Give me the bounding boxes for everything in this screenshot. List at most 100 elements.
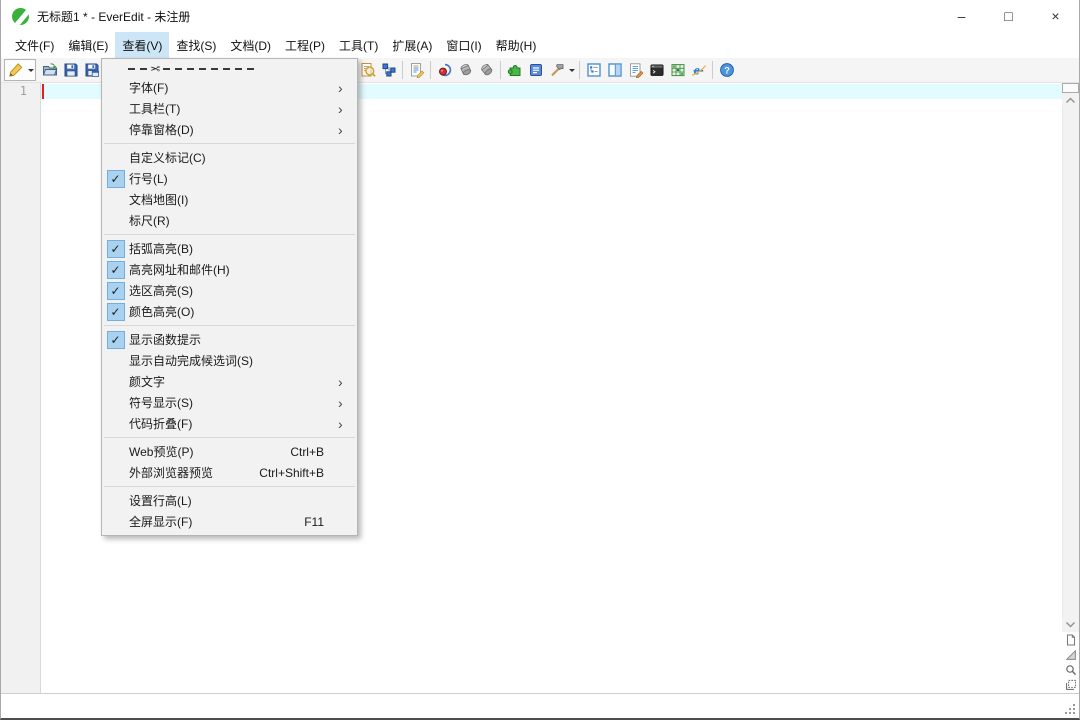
- editor-corner-buttons: [1062, 632, 1079, 693]
- submenu-arrow-icon: ›: [338, 416, 357, 432]
- check-column: [102, 98, 129, 119]
- menubar-item-0[interactable]: 文件(F): [8, 32, 61, 58]
- mini-triangle-icon: [1065, 649, 1077, 661]
- menu-item-3[interactable]: 停靠窗格(D)›: [102, 119, 357, 140]
- menu-item-16[interactable]: 显示自动完成候选词(S): [102, 350, 357, 371]
- menu-tearoff-handle[interactable]: ✂: [102, 61, 357, 77]
- menu-item-1[interactable]: 字体(F)›: [102, 77, 357, 98]
- menu-item-7[interactable]: 文档地图(I): [102, 189, 357, 210]
- tools-button[interactable]: [546, 60, 567, 81]
- menu-item-2[interactable]: 工具栏(T)›: [102, 98, 357, 119]
- menu-item-label: 设置行高(L): [129, 492, 338, 509]
- minimize-button[interactable]: –: [938, 0, 985, 32]
- snippet-edit-button[interactable]: [625, 60, 646, 81]
- save-button[interactable]: [60, 60, 81, 81]
- menu-item-24[interactable]: 设置行高(L): [102, 490, 357, 511]
- record-macro-button[interactable]: [434, 60, 455, 81]
- menu-item-12[interactable]: ✓选区高亮(S): [102, 280, 357, 301]
- menu-item-6[interactable]: ✓行号(L): [102, 168, 357, 189]
- toolbar-separator: [402, 61, 403, 79]
- menubar-item-1[interactable]: 编辑(E): [61, 32, 115, 58]
- menu-item-19[interactable]: 代码折叠(F)›: [102, 413, 357, 434]
- save-macro-button[interactable]: [476, 60, 497, 81]
- check-column: [102, 119, 129, 140]
- checked-state: ✓: [102, 280, 129, 301]
- menu-item-label: 高亮网址和邮件(H): [129, 261, 338, 278]
- select-grid-mini-button[interactable]: [1063, 677, 1079, 692]
- menu-item-18[interactable]: 符号显示(S)›: [102, 392, 357, 413]
- menubar-item-6[interactable]: 工具(T): [332, 32, 385, 58]
- check-column: [102, 441, 129, 462]
- check-column: [102, 147, 129, 168]
- menu-item-label: 显示自动完成候选词(S): [129, 352, 338, 369]
- close-button[interactable]: ×: [1032, 0, 1079, 32]
- scrollbar-split-handle[interactable]: [1062, 83, 1079, 93]
- zoom-mini-button[interactable]: [1063, 662, 1079, 677]
- node-connect-icon: [381, 62, 397, 78]
- menu-item-22[interactable]: 外部浏览器预览Ctrl+Shift+B: [102, 462, 357, 483]
- menu-item-label: 颜色高亮(O): [129, 303, 338, 320]
- checkmark-icon: ✓: [107, 170, 125, 188]
- menu-item-8[interactable]: 标尺(R): [102, 210, 357, 231]
- menu-item-label: 停靠窗格(D): [129, 121, 338, 138]
- chevron-down-icon: [569, 69, 575, 75]
- menu-item-15[interactable]: ✓显示函数提示: [102, 329, 357, 350]
- menubar-item-3[interactable]: 查找(S): [169, 32, 223, 58]
- menu-item-10[interactable]: ✓括弧高亮(B): [102, 238, 357, 259]
- mini-magnifier-icon: [1065, 664, 1077, 676]
- menu-item-21[interactable]: Web预览(P)Ctrl+B: [102, 441, 357, 462]
- menu-item-label: 外部浏览器预览: [129, 464, 259, 481]
- play-macro-icon: [458, 62, 474, 78]
- menu-item-5[interactable]: 自定义标记(C): [102, 147, 357, 168]
- menubar-item-7[interactable]: 扩展(A): [385, 32, 439, 58]
- scrollbar-track[interactable]: [1062, 107, 1079, 618]
- scroll-down-button[interactable]: [1062, 618, 1079, 632]
- open-file-button[interactable]: [39, 60, 60, 81]
- char-table-button[interactable]: [667, 60, 688, 81]
- help-button[interactable]: ?: [716, 60, 737, 81]
- console-button[interactable]: [646, 60, 667, 81]
- menu-item-shortcut: Ctrl+Shift+B: [259, 466, 324, 480]
- menu-item-13[interactable]: ✓颜色高亮(O): [102, 301, 357, 322]
- document-settings-icon: [409, 62, 425, 78]
- document-settings-button[interactable]: [406, 60, 427, 81]
- menu-item-25[interactable]: 全屏显示(F)F11: [102, 511, 357, 532]
- new-file-button-combo: [4, 59, 36, 81]
- menu-item-label: 选区高亮(S): [129, 282, 338, 299]
- menubar-item-2[interactable]: 查看(V): [115, 32, 169, 58]
- menubar-item-9[interactable]: 帮助(H): [489, 32, 544, 58]
- line-number-gutter: 1: [1, 83, 41, 693]
- menu-item-label: 标尺(R): [129, 212, 338, 229]
- char-grid-icon: [670, 62, 686, 78]
- chevron-up-icon: [1065, 96, 1076, 104]
- toolbar-separator: [430, 61, 431, 79]
- menu-item-label: 行号(L): [129, 170, 338, 187]
- menu-item-label: Web预览(P): [129, 443, 290, 460]
- maximize-button[interactable]: □: [985, 0, 1032, 32]
- new-file-button-dropdown[interactable]: [26, 60, 35, 81]
- corner-mini-button[interactable]: [1063, 647, 1079, 662]
- new-file-button[interactable]: [5, 60, 26, 81]
- menu-item-label: 全屏显示(F): [129, 513, 304, 530]
- tools-button-dropdown[interactable]: [567, 60, 576, 81]
- menu-item-11[interactable]: ✓高亮网址和邮件(H): [102, 259, 357, 280]
- menu-item-17[interactable]: 颜文字›: [102, 371, 357, 392]
- save-all-button[interactable]: [81, 60, 102, 81]
- plugin-button[interactable]: [504, 60, 525, 81]
- page-mini-button[interactable]: [1063, 632, 1079, 647]
- resize-grip[interactable]: [1064, 703, 1075, 714]
- play-macro-button[interactable]: [455, 60, 476, 81]
- menubar-item-5[interactable]: 工程(P): [278, 32, 332, 58]
- find-in-document-button[interactable]: [357, 60, 378, 81]
- scroll-up-button[interactable]: [1062, 93, 1079, 107]
- find-in-document-icon: [360, 62, 376, 78]
- menubar-item-8[interactable]: 窗口(I): [439, 32, 488, 58]
- browser-preview-button[interactable]: e: [688, 60, 709, 81]
- outline-panel-button[interactable]: [583, 60, 604, 81]
- split-view-button[interactable]: [604, 60, 625, 81]
- menubar-item-4[interactable]: 文档(D): [223, 32, 278, 58]
- toolbar-separator: [579, 61, 580, 79]
- node-links-button[interactable]: [378, 60, 399, 81]
- document-panel-button[interactable]: [525, 60, 546, 81]
- menu-item-label: 字体(F): [129, 79, 338, 96]
